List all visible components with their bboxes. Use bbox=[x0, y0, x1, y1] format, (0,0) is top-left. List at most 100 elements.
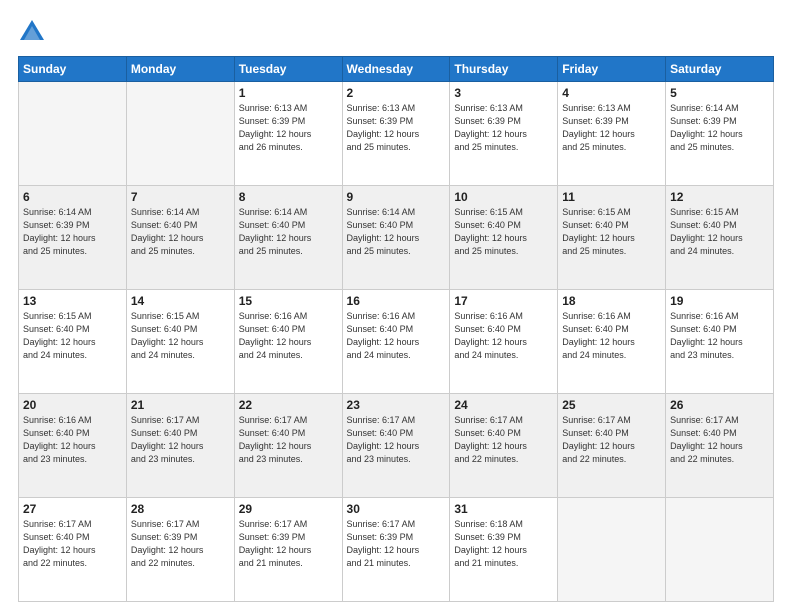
day-number: 30 bbox=[347, 502, 446, 516]
day-info: Sunrise: 6:15 AMSunset: 6:40 PMDaylight:… bbox=[131, 310, 230, 362]
calendar-cell: 28 Sunrise: 6:17 AMSunset: 6:39 PMDayligh… bbox=[126, 498, 234, 602]
day-number: 26 bbox=[670, 398, 769, 412]
calendar-header-wednesday: Wednesday bbox=[342, 57, 450, 82]
calendar-cell: 3 Sunrise: 6:13 AMSunset: 6:39 PMDaylight… bbox=[450, 82, 558, 186]
day-number: 13 bbox=[23, 294, 122, 308]
day-info: Sunrise: 6:14 AMSunset: 6:39 PMDaylight:… bbox=[23, 206, 122, 258]
calendar-cell: 20 Sunrise: 6:16 AMSunset: 6:40 PMDayligh… bbox=[19, 394, 127, 498]
day-info: Sunrise: 6:15 AMSunset: 6:40 PMDaylight:… bbox=[562, 206, 661, 258]
day-info: Sunrise: 6:15 AMSunset: 6:40 PMDaylight:… bbox=[23, 310, 122, 362]
calendar-cell: 18 Sunrise: 6:16 AMSunset: 6:40 PMDayligh… bbox=[558, 290, 666, 394]
calendar-cell: 23 Sunrise: 6:17 AMSunset: 6:40 PMDayligh… bbox=[342, 394, 450, 498]
calendar-cell: 14 Sunrise: 6:15 AMSunset: 6:40 PMDayligh… bbox=[126, 290, 234, 394]
day-number: 27 bbox=[23, 502, 122, 516]
day-number: 18 bbox=[562, 294, 661, 308]
day-info: Sunrise: 6:17 AMSunset: 6:39 PMDaylight:… bbox=[239, 518, 338, 570]
calendar-cell: 15 Sunrise: 6:16 AMSunset: 6:40 PMDayligh… bbox=[234, 290, 342, 394]
day-number: 8 bbox=[239, 190, 338, 204]
day-info: Sunrise: 6:13 AMSunset: 6:39 PMDaylight:… bbox=[239, 102, 338, 154]
calendar-cell: 25 Sunrise: 6:17 AMSunset: 6:40 PMDayligh… bbox=[558, 394, 666, 498]
day-info: Sunrise: 6:16 AMSunset: 6:40 PMDaylight:… bbox=[347, 310, 446, 362]
calendar-cell bbox=[558, 498, 666, 602]
calendar-header-friday: Friday bbox=[558, 57, 666, 82]
calendar-cell: 27 Sunrise: 6:17 AMSunset: 6:40 PMDayligh… bbox=[19, 498, 127, 602]
day-number: 14 bbox=[131, 294, 230, 308]
calendar-cell: 21 Sunrise: 6:17 AMSunset: 6:40 PMDayligh… bbox=[126, 394, 234, 498]
calendar-header-tuesday: Tuesday bbox=[234, 57, 342, 82]
calendar-cell: 10Sunrise: 6:15 AMSunset: 6:40 PMDayligh… bbox=[450, 186, 558, 290]
calendar-cell: 5 Sunrise: 6:14 AMSunset: 6:39 PMDaylight… bbox=[666, 82, 774, 186]
day-number: 2 bbox=[347, 86, 446, 100]
calendar-cell bbox=[19, 82, 127, 186]
calendar-cell: 12 Sunrise: 6:15 AMSunset: 6:40 PMDayligh… bbox=[666, 186, 774, 290]
day-number: 31 bbox=[454, 502, 553, 516]
header bbox=[18, 18, 774, 46]
day-number: 15 bbox=[239, 294, 338, 308]
logo bbox=[18, 18, 50, 46]
calendar-cell: 6 Sunrise: 6:14 AMSunset: 6:39 PMDaylight… bbox=[19, 186, 127, 290]
calendar-cell: 1Sunrise: 6:13 AMSunset: 6:39 PMDaylight… bbox=[234, 82, 342, 186]
calendar-header-row: SundayMondayTuesdayWednesdayThursdayFrid… bbox=[19, 57, 774, 82]
day-info: Sunrise: 6:14 AMSunset: 6:39 PMDaylight:… bbox=[670, 102, 769, 154]
day-number: 25 bbox=[562, 398, 661, 412]
day-info: Sunrise: 6:17 AMSunset: 6:40 PMDaylight:… bbox=[670, 414, 769, 466]
day-number: 19 bbox=[670, 294, 769, 308]
calendar-cell bbox=[126, 82, 234, 186]
day-info: Sunrise: 6:16 AMSunset: 6:40 PMDaylight:… bbox=[454, 310, 553, 362]
day-info: Sunrise: 6:13 AMSunset: 6:39 PMDaylight:… bbox=[347, 102, 446, 154]
day-info: Sunrise: 6:17 AMSunset: 6:40 PMDaylight:… bbox=[23, 518, 122, 570]
calendar-week-row: 13 Sunrise: 6:15 AMSunset: 6:40 PMDayligh… bbox=[19, 290, 774, 394]
day-info: Sunrise: 6:17 AMSunset: 6:39 PMDaylight:… bbox=[347, 518, 446, 570]
calendar-header-saturday: Saturday bbox=[666, 57, 774, 82]
day-number: 5 bbox=[670, 86, 769, 100]
day-number: 11 bbox=[562, 190, 661, 204]
day-info: Sunrise: 6:13 AMSunset: 6:39 PMDaylight:… bbox=[562, 102, 661, 154]
calendar-week-row: 27 Sunrise: 6:17 AMSunset: 6:40 PMDayligh… bbox=[19, 498, 774, 602]
calendar-cell: 7Sunrise: 6:14 AMSunset: 6:40 PMDaylight… bbox=[126, 186, 234, 290]
day-info: Sunrise: 6:14 AMSunset: 6:40 PMDaylight:… bbox=[131, 206, 230, 258]
day-info: Sunrise: 6:16 AMSunset: 6:40 PMDaylight:… bbox=[562, 310, 661, 362]
day-number: 16 bbox=[347, 294, 446, 308]
day-info: Sunrise: 6:16 AMSunset: 6:40 PMDaylight:… bbox=[670, 310, 769, 362]
day-number: 21 bbox=[131, 398, 230, 412]
day-number: 29 bbox=[239, 502, 338, 516]
day-info: Sunrise: 6:14 AMSunset: 6:40 PMDaylight:… bbox=[347, 206, 446, 258]
day-number: 6 bbox=[23, 190, 122, 204]
day-number: 20 bbox=[23, 398, 122, 412]
day-number: 22 bbox=[239, 398, 338, 412]
day-info: Sunrise: 6:17 AMSunset: 6:40 PMDaylight:… bbox=[454, 414, 553, 466]
calendar-cell: 9Sunrise: 6:14 AMSunset: 6:40 PMDaylight… bbox=[342, 186, 450, 290]
day-info: Sunrise: 6:15 AMSunset: 6:40 PMDaylight:… bbox=[670, 206, 769, 258]
calendar-cell bbox=[666, 498, 774, 602]
day-info: Sunrise: 6:17 AMSunset: 6:40 PMDaylight:… bbox=[347, 414, 446, 466]
calendar-cell: 8 Sunrise: 6:14 AMSunset: 6:40 PMDaylight… bbox=[234, 186, 342, 290]
calendar-cell: 24Sunrise: 6:17 AMSunset: 6:40 PMDayligh… bbox=[450, 394, 558, 498]
day-info: Sunrise: 6:17 AMSunset: 6:39 PMDaylight:… bbox=[131, 518, 230, 570]
day-number: 12 bbox=[670, 190, 769, 204]
page: SundayMondayTuesdayWednesdayThursdayFrid… bbox=[0, 0, 792, 612]
calendar-table: SundayMondayTuesdayWednesdayThursdayFrid… bbox=[18, 56, 774, 602]
day-info: Sunrise: 6:13 AMSunset: 6:39 PMDaylight:… bbox=[454, 102, 553, 154]
calendar-cell: 11 Sunrise: 6:15 AMSunset: 6:40 PMDayligh… bbox=[558, 186, 666, 290]
day-number: 4 bbox=[562, 86, 661, 100]
day-number: 28 bbox=[131, 502, 230, 516]
calendar-cell: 31 Sunrise: 6:18 AMSunset: 6:39 PMDayligh… bbox=[450, 498, 558, 602]
calendar-cell: 4 Sunrise: 6:13 AMSunset: 6:39 PMDaylight… bbox=[558, 82, 666, 186]
day-info: Sunrise: 6:17 AMSunset: 6:40 PMDaylight:… bbox=[562, 414, 661, 466]
calendar-cell: 16 Sunrise: 6:16 AMSunset: 6:40 PMDayligh… bbox=[342, 290, 450, 394]
day-number: 23 bbox=[347, 398, 446, 412]
day-info: Sunrise: 6:16 AMSunset: 6:40 PMDaylight:… bbox=[23, 414, 122, 466]
calendar-cell: 22 Sunrise: 6:17 AMSunset: 6:40 PMDayligh… bbox=[234, 394, 342, 498]
calendar-week-row: 20 Sunrise: 6:16 AMSunset: 6:40 PMDayligh… bbox=[19, 394, 774, 498]
day-info: Sunrise: 6:14 AMSunset: 6:40 PMDaylight:… bbox=[239, 206, 338, 258]
day-info: Sunrise: 6:15 AMSunset: 6:40 PMDaylight:… bbox=[454, 206, 553, 258]
day-info: Sunrise: 6:17 AMSunset: 6:40 PMDaylight:… bbox=[131, 414, 230, 466]
calendar-week-row: 1Sunrise: 6:13 AMSunset: 6:39 PMDaylight… bbox=[19, 82, 774, 186]
day-info: Sunrise: 6:16 AMSunset: 6:40 PMDaylight:… bbox=[239, 310, 338, 362]
day-info: Sunrise: 6:18 AMSunset: 6:39 PMDaylight:… bbox=[454, 518, 553, 570]
day-number: 3 bbox=[454, 86, 553, 100]
logo-icon bbox=[18, 18, 46, 46]
calendar-cell: 2 Sunrise: 6:13 AMSunset: 6:39 PMDaylight… bbox=[342, 82, 450, 186]
day-info: Sunrise: 6:17 AMSunset: 6:40 PMDaylight:… bbox=[239, 414, 338, 466]
calendar-week-row: 6 Sunrise: 6:14 AMSunset: 6:39 PMDaylight… bbox=[19, 186, 774, 290]
